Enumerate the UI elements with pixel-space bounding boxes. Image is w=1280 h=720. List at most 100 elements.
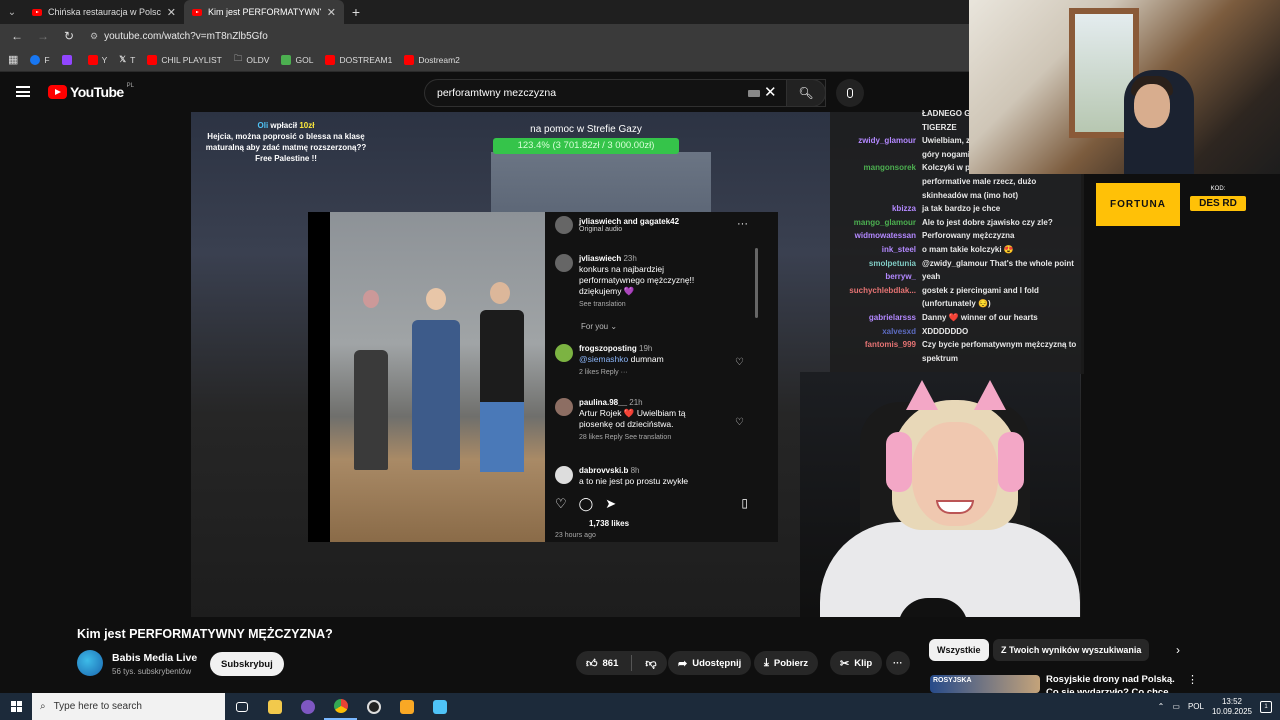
search-button[interactable]: 🔍︎	[786, 79, 826, 107]
channel-avatar[interactable]	[77, 650, 103, 676]
taskbar-search-input[interactable]: ⌕ Type here to search	[32, 693, 225, 720]
youtube-icon	[325, 54, 336, 65]
windows-taskbar: ⌕ Type here to search ⌃ ▭ POL 13:52 10.0…	[0, 693, 1280, 720]
tab-search-icon[interactable]: ⌄	[0, 0, 24, 24]
clip-actions: ♡ ◯ ➤	[555, 496, 755, 512]
chat-username: kbizza	[891, 204, 916, 214]
instagram-clip: jvliaswiech and gagatek42 Original audio…	[308, 212, 778, 542]
windows-start-button[interactable]	[0, 693, 32, 720]
youtube-logo[interactable]: YouTube PL	[48, 83, 134, 100]
tab-close-icon[interactable]: ✕	[327, 6, 336, 19]
keyboard-icon[interactable]	[748, 90, 760, 97]
chat-text: spektrum	[922, 353, 959, 363]
network-icon[interactable]: ▭	[1172, 702, 1180, 711]
tab-close-icon[interactable]: ✕	[167, 6, 176, 19]
chat-message: smolpetunia @zwidy_glamour That's the who…	[830, 258, 1084, 269]
voice-search-button[interactable]	[836, 79, 864, 107]
video-info: Kim jest PERFORMATYWNY MĘŻCZYZNA? Babis …	[0, 617, 1280, 693]
bookmark-folder-old[interactable]: 🗀 OLDV	[234, 53, 270, 67]
chat-username: smolpetunia	[868, 258, 916, 268]
chat-username: mangonsorek	[863, 163, 916, 173]
bookmark-dostream1[interactable]: DOSTREAM1	[325, 54, 392, 65]
comment: paulina.98__ 21h Artur Rojek ❤️ Uwielbia…	[555, 398, 719, 441]
chat-message: suchychlebdlak... gostek z piercingami an…	[830, 285, 1084, 296]
language-indicator[interactable]: POL	[1188, 702, 1204, 711]
chat-message: widmowatessan Perforowany mężczyzna	[830, 230, 1084, 241]
facebook-icon	[30, 54, 41, 65]
chat-message: berryw_ yeah	[830, 271, 1084, 282]
chat-username: gabrielarsss	[868, 313, 916, 322]
thumbs-up-icon[interactable]: 👍︎	[586, 657, 598, 670]
subscribe-button[interactable]: Subskrybuj	[210, 652, 284, 676]
chip-from-search[interactable]: Z Twoich wyników wyszukiwania	[993, 639, 1150, 661]
chevron-right-icon[interactable]: ›	[1176, 643, 1180, 657]
webcam-top	[969, 0, 1280, 174]
app-icon[interactable]	[390, 693, 423, 720]
tray-chevron-icon[interactable]: ⌃	[1158, 702, 1165, 711]
chat-message: xalvesxd XDDDDDDO	[830, 326, 1084, 337]
youtube-favicon-icon	[32, 8, 42, 16]
comment: frogszoposting 19h @siemashko dumnam 2 l…	[555, 344, 664, 376]
bookmark-twitch[interactable]	[61, 54, 76, 65]
sponsor-logo: FORTUNA	[1096, 183, 1180, 226]
browser-tab-active[interactable]: Kim jest PERFORMATYWNY ✕	[184, 0, 344, 24]
download-button[interactable]: ⤓ Pobierz	[754, 651, 819, 675]
forward-arrow-icon[interactable]: →	[32, 25, 54, 47]
app-icon[interactable]	[291, 693, 324, 720]
clear-search-icon[interactable]: ✕	[764, 83, 777, 101]
chip-all[interactable]: Wszystkie	[929, 639, 989, 661]
webcam-streamer	[800, 372, 1080, 617]
avatar	[555, 344, 573, 362]
chrome-icon[interactable]	[324, 693, 357, 720]
bookmark-gol[interactable]: GOL	[281, 54, 313, 65]
caption: jvliaswiech 23h konkurs na najbardziej p…	[555, 254, 719, 308]
tab-title: Chińska restauracja w Polsce – A	[48, 7, 161, 17]
for-you-label: For you ⌄	[581, 322, 618, 331]
bookmark-x[interactable]: 𝕏T	[119, 54, 135, 65]
file-explorer-icon[interactable]	[258, 693, 291, 720]
app-icon[interactable]	[423, 693, 456, 720]
chat-username: suchychlebdlak...	[849, 285, 916, 295]
chat-username	[830, 298, 922, 309]
recommended-thumbnail[interactable]: ROSYJSKA	[930, 675, 1040, 693]
microphone-icon	[847, 88, 853, 98]
channel-name[interactable]: Babis Media Live	[112, 652, 197, 664]
bookmark-facebook[interactable]: F	[30, 54, 50, 65]
chat-text: Ale to jest dobre zjawisko czy zle?	[922, 217, 1053, 227]
video-title: Kim jest PERFORMATYWNY MĘŻCZYZNA?	[77, 627, 333, 641]
obs-icon[interactable]	[357, 693, 390, 720]
download-icon: ⤓	[764, 656, 769, 669]
browser-tab[interactable]: Chińska restauracja w Polsce – A ✕	[24, 0, 184, 24]
windows-logo-icon	[10, 701, 22, 712]
task-view-icon[interactable]	[225, 693, 258, 720]
youtube-play-icon	[48, 85, 67, 99]
clip-photo	[330, 212, 545, 542]
comment-icon: ◯	[578, 496, 594, 511]
like-count[interactable]: 861	[603, 658, 619, 669]
recommended-title[interactable]: Rosyjskie drony nad Polską. Co się wydar…	[1046, 673, 1182, 693]
new-tab-button[interactable]: +	[344, 4, 368, 20]
apps-grid-icon[interactable]: ▦	[8, 53, 18, 66]
heart-icon: ♡	[735, 417, 744, 428]
bookmark-icon: ▯	[741, 496, 748, 510]
clip-button[interactable]: ✂ Klip	[830, 651, 883, 675]
reload-icon[interactable]: ↻	[58, 25, 80, 47]
thumbs-down-icon[interactable]: 👎︎	[645, 657, 656, 670]
more-actions-button[interactable]: ···	[886, 651, 910, 675]
chat-message: kbizza ja tak bardzo je chce	[830, 203, 1084, 214]
menu-icon[interactable]	[16, 86, 30, 97]
chat-text: (unfortunately 😔)	[922, 299, 991, 309]
notification-icon[interactable]: 1	[1260, 700, 1272, 713]
bookmark-chil-playlist[interactable]: CHIL PLAYLIST	[147, 54, 222, 65]
clock[interactable]: 13:52 10.09.2025	[1212, 697, 1252, 717]
bookmark-dostream2[interactable]: Dostream2	[404, 54, 460, 65]
bookmark-youtube[interactable]: Y	[87, 54, 107, 65]
site-info-icon[interactable]: ⚙	[90, 31, 98, 42]
share-button[interactable]: ➦ Udostępnij	[668, 651, 752, 675]
youtube-favicon-icon	[192, 8, 202, 16]
folder-icon: 🗀	[233, 52, 243, 63]
url-field[interactable]: ⚙ youtube.com/watch?v=mT8nZlb5Gfo	[90, 31, 268, 42]
more-vertical-icon[interactable]: ⋮	[1187, 673, 1198, 686]
tab-title: Kim jest PERFORMATYWNY	[208, 7, 321, 17]
back-arrow-icon[interactable]: ←	[6, 25, 28, 47]
